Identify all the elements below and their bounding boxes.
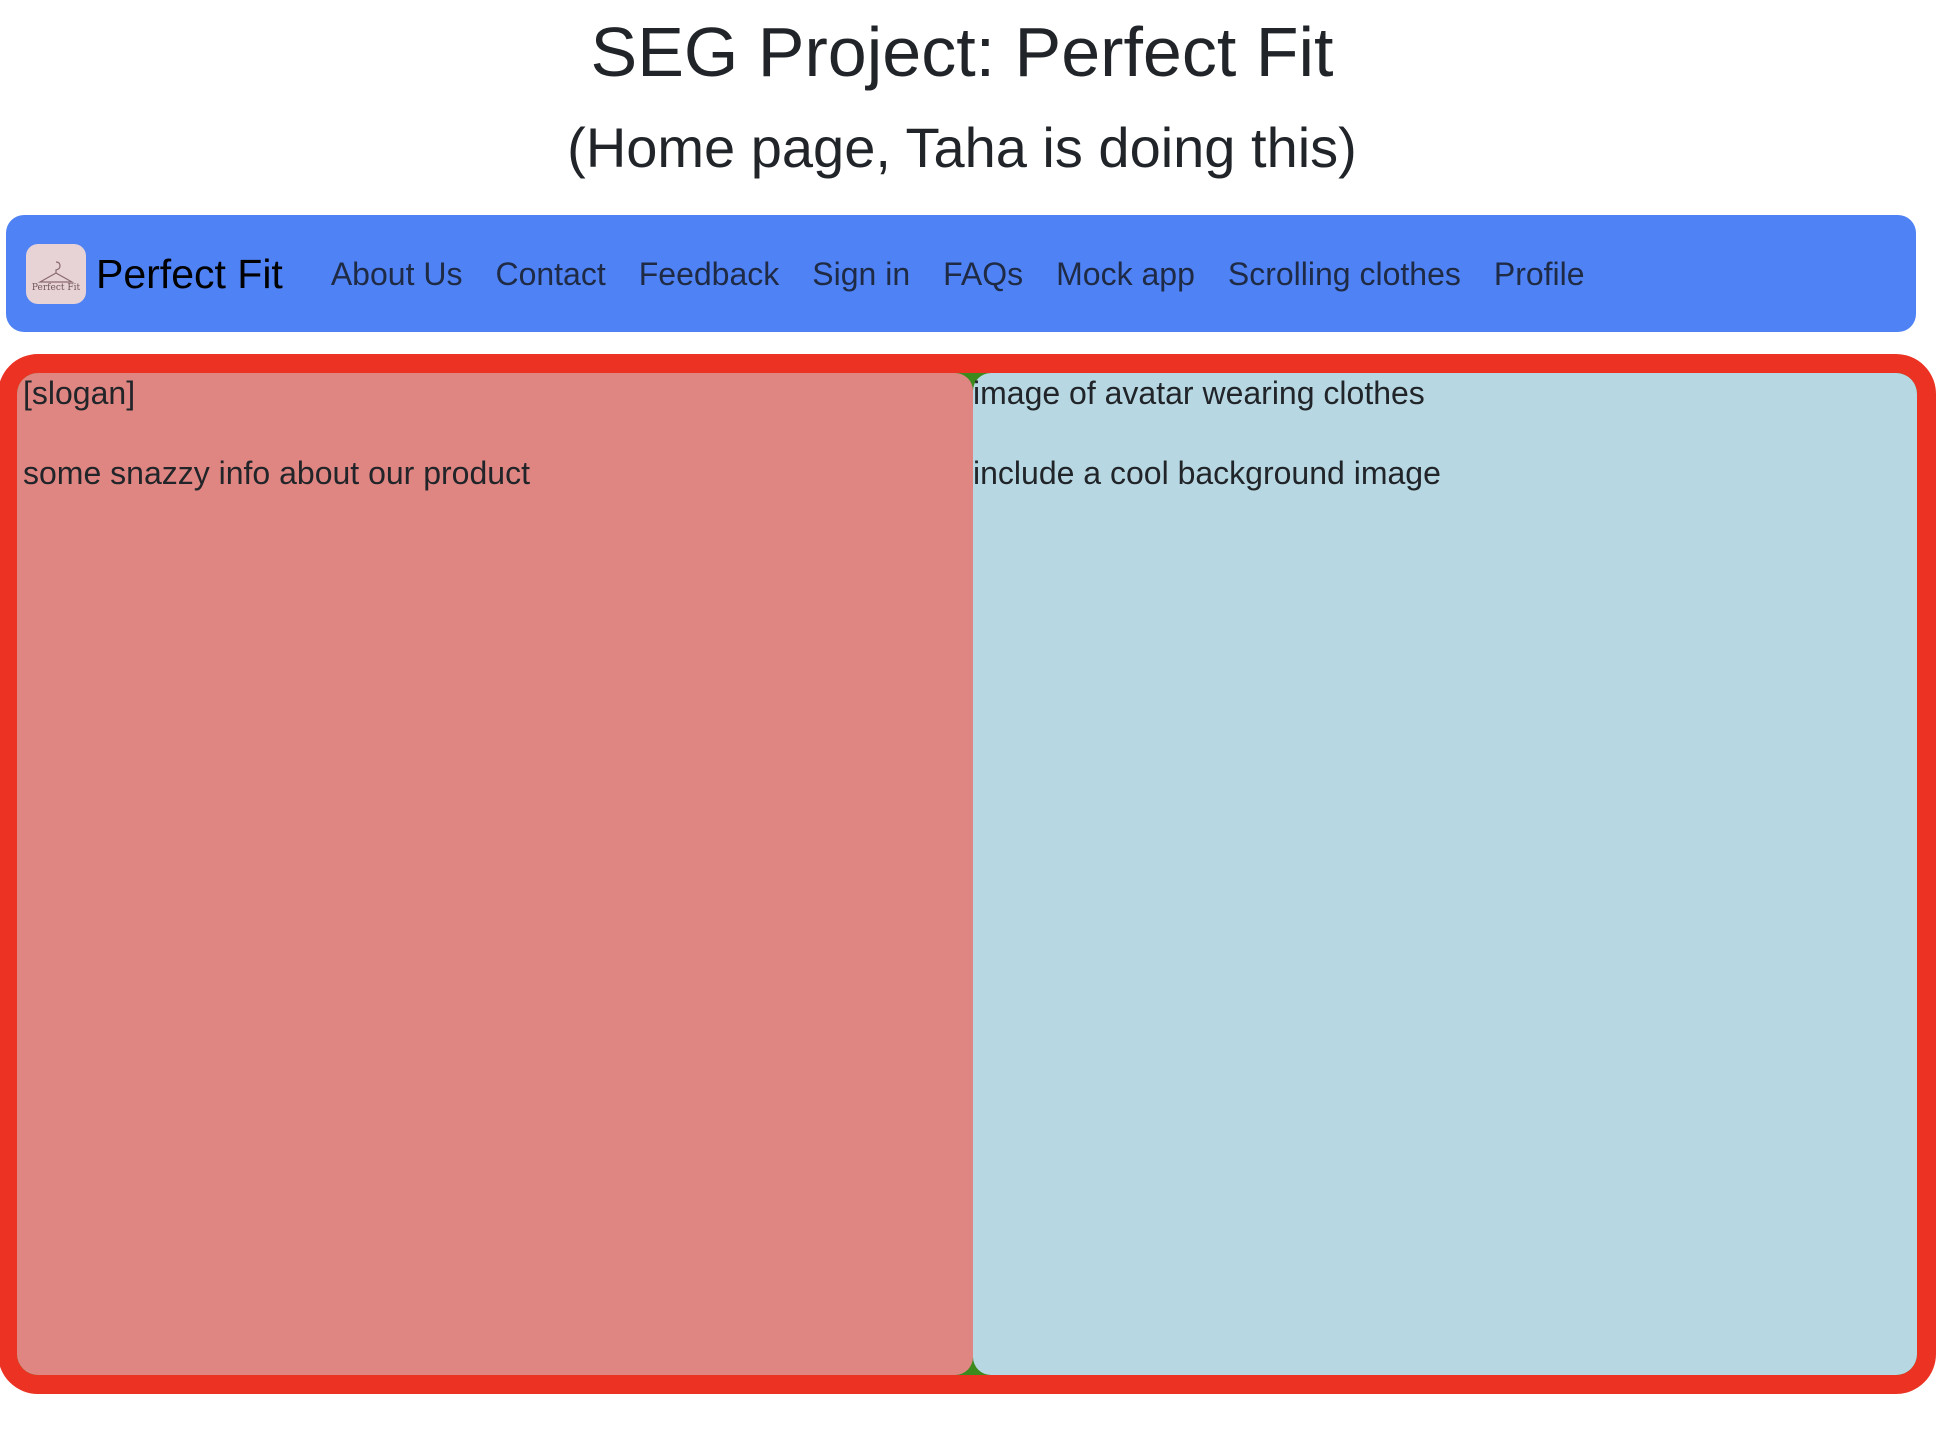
hero-avatar-placeholder-text: image of avatar wearing clothes <box>973 375 1425 411</box>
hero-left-content: [slogan] some snazzy info about our prod… <box>23 373 973 493</box>
nav-link-sign-in[interactable]: Sign in <box>812 256 910 292</box>
hero-product-info: some snazzy info about our product <box>23 455 530 491</box>
nav-link-scrolling-clothes[interactable]: Scrolling clothes <box>1228 256 1461 292</box>
nav-link-mock-app[interactable]: Mock app <box>1056 256 1195 292</box>
hero-right-panel: image of avatar wearing clothes include … <box>973 373 1917 1375</box>
nav-link-contact[interactable]: Contact <box>495 256 605 292</box>
nav-link-faqs[interactable]: FAQs <box>943 256 1023 292</box>
hero-slogan: [slogan] <box>23 375 136 411</box>
hero-left-panel: [slogan] some snazzy info about our prod… <box>17 373 973 1375</box>
nav-links: About Us Contact Feedback Sign in FAQs M… <box>331 254 1618 294</box>
svg-text:Perfect Fit: Perfect Fit <box>32 283 81 293</box>
hanger-logo-icon: Perfect Fit <box>32 260 81 293</box>
hero-right-content: image of avatar wearing clothes include … <box>973 373 1917 493</box>
page-title: SEG Project: Perfect Fit <box>590 13 1334 91</box>
brand-logo: Perfect Fit <box>26 243 86 304</box>
navbar: Perfect Fit Perfect Fit About Us Contact… <box>6 215 1916 332</box>
hero-background-placeholder-text: include a cool background image <box>973 455 1441 491</box>
nav-link-about-us[interactable]: About Us <box>331 256 463 292</box>
nav-link-profile[interactable]: Profile <box>1494 256 1585 292</box>
hero-container: [slogan] some snazzy info about our prod… <box>0 354 1936 1394</box>
brand-link[interactable]: Perfect Fit Perfect Fit <box>26 243 283 304</box>
page-subtitle: (Home page, Taha is doing this) <box>567 116 1357 179</box>
nav-link-feedback[interactable]: Feedback <box>639 256 780 292</box>
brand-name: Perfect Fit <box>96 250 283 297</box>
hero-row: [slogan] some snazzy info about our prod… <box>17 373 1917 1375</box>
